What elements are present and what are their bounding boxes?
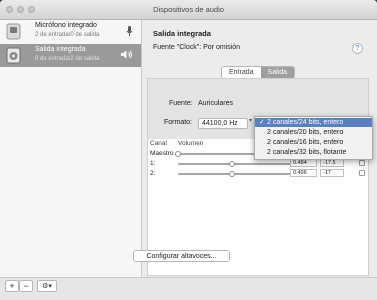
device-title: Salida integrada — [153, 29, 211, 38]
format-dropdown-menu: ✓ 2 canales/24 bits, entero 2 canales/20… — [254, 116, 373, 160]
master-volume-knob[interactable] — [175, 151, 181, 157]
chevron-down-icon[interactable]: ▾ — [249, 117, 252, 124]
source-label: Fuente: — [169, 100, 193, 107]
checkmark-icon: ✓ — [259, 119, 265, 126]
channel-label-1: 1: — [150, 160, 156, 167]
channel-1-value[interactable]: 0.484 — [290, 159, 317, 167]
clock-source: Fuente "Clock": Por omisión — [153, 44, 241, 51]
remove-device-button[interactable]: − — [19, 280, 33, 292]
channel-2-mute-checkbox[interactable] — [359, 170, 365, 176]
title-bar: Dispositivos de audio — [0, 0, 377, 20]
mic-icon — [126, 26, 133, 36]
channel-1-db[interactable]: -17.5 — [320, 159, 344, 167]
device-item-output[interactable]: Salida integrada 0 de entrada/2 de salid… — [0, 44, 141, 67]
menu-item-32bit-float[interactable]: 2 canales/32 bits, flotante — [255, 148, 372, 157]
add-device-button[interactable]: + — [5, 280, 19, 292]
sidebar-toolbar: + − ⚙▾ — [0, 277, 377, 300]
device-list: Micrófono integrado 2 de entrada/0 de sa… — [0, 20, 142, 288]
format-label: Formato: — [164, 119, 193, 126]
device-name: Salida integrada — [35, 46, 86, 53]
configure-speakers-button[interactable]: Configurar altavoces... — [133, 250, 230, 262]
output-settings-box: Fuente: Auriculares Formato: 44100,0 Hz … — [147, 78, 373, 276]
channel-2-volume-track[interactable] — [178, 173, 293, 175]
speaker-device-icon — [6, 47, 21, 64]
menu-item-16bit[interactable]: 2 canales/16 bits, entero — [255, 138, 372, 147]
help-button[interactable]: ? — [352, 43, 363, 54]
menu-item-label: 2 canales/24 bits, entero — [267, 119, 344, 126]
device-name: Micrófono integrado — [35, 22, 97, 29]
channel-2-volume-knob[interactable] — [229, 171, 236, 177]
channel-label-2: 2: — [150, 170, 156, 177]
device-detail-panel: Salida integrada Fuente "Clock": Por omi… — [142, 20, 377, 277]
device-channels: 0 de entrada/2 de salida — [35, 56, 100, 62]
microphone-device-icon — [6, 23, 21, 40]
menu-item-24bit[interactable]: ✓ 2 canales/24 bits, entero — [255, 118, 372, 127]
tab-output[interactable]: Salida — [260, 67, 294, 78]
column-header-volume: Volumen — [178, 140, 204, 147]
device-item-microphone[interactable]: Micrófono integrado 2 de entrada/0 de sa… — [0, 20, 141, 43]
sample-rate-popup[interactable]: 44100,0 Hz — [198, 118, 248, 129]
column-header-channel: Canal — [150, 140, 167, 147]
channel-1-volume-track[interactable] — [178, 163, 293, 165]
tab-input[interactable]: Entrada — [222, 67, 261, 78]
channel-2-db[interactable]: -17 — [320, 169, 344, 177]
menu-item-label: 2 canales/16 bits, entero — [267, 139, 344, 146]
channel-label-master: Maestro — [150, 150, 174, 157]
speaker-icon — [121, 50, 132, 59]
channel-2-value[interactable]: 0.496 — [290, 169, 317, 177]
window-title: Dispositivos de audio — [153, 5, 224, 14]
menu-item-label: 2 canales/32 bits, flotante — [267, 149, 347, 156]
gear-menu-button[interactable]: ⚙▾ — [37, 280, 57, 292]
channel-1-mute-checkbox[interactable] — [359, 160, 365, 166]
channel-1-volume-knob[interactable] — [229, 161, 236, 167]
menu-item-20bit[interactable]: 2 canales/20 bits, entero — [255, 128, 372, 137]
audio-devices-window: Dispositivos de audio Micrófono integrad… — [0, 0, 377, 300]
source-value: Auriculares — [198, 100, 234, 107]
device-channels: 2 de entrada/0 de salida — [35, 32, 100, 38]
menu-item-label: 2 canales/20 bits, entero — [267, 129, 344, 136]
